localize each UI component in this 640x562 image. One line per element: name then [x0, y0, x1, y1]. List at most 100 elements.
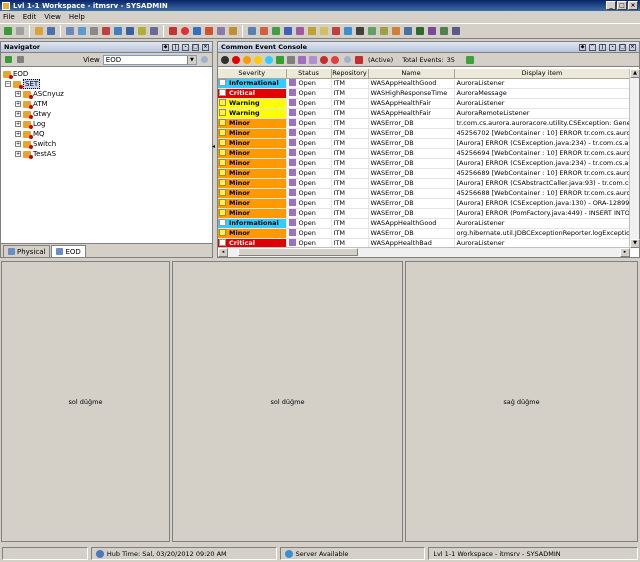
- chart-icon[interactable]: [228, 26, 238, 36]
- column-header-name[interactable]: Name: [368, 69, 455, 79]
- user-icon[interactable]: [125, 26, 135, 36]
- maximize-panel-icon[interactable]: □: [619, 43, 626, 51]
- view-pie-icon[interactable]: [259, 26, 269, 36]
- history-icon[interactable]: [149, 26, 159, 36]
- chevron-down-icon[interactable]: ▼: [186, 55, 196, 64]
- close-icon[interactable]: ×: [628, 1, 638, 10]
- back-icon[interactable]: [3, 26, 13, 36]
- view-tree-icon[interactable]: [439, 26, 449, 36]
- scroll-down-icon[interactable]: ▼: [630, 239, 640, 248]
- edit-navigator-icon[interactable]: [16, 55, 25, 65]
- search-icon[interactable]: [342, 55, 352, 65]
- filter-all-icon[interactable]: [221, 55, 229, 64]
- expand-icon[interactable]: +: [15, 121, 21, 127]
- event-row[interactable]: Minor Open ITM WASError_DB [Aurora] ERROR (P…: [218, 208, 630, 219]
- filter-acknowledged-icon[interactable]: [276, 55, 284, 64]
- event-row[interactable]: Minor Open ITM WASError_DB 45256694 [WebCont…: [218, 148, 630, 159]
- view-event-icon[interactable]: [331, 26, 341, 36]
- tree-node-child[interactable]: + TestAS: [3, 149, 210, 159]
- view-topology-icon[interactable]: [367, 26, 377, 36]
- view-graphic-icon[interactable]: [379, 26, 389, 36]
- view-console-icon[interactable]: [415, 26, 425, 36]
- horizontal-scrollbar[interactable]: ◂ ▸: [218, 247, 630, 257]
- expand-icon[interactable]: +: [15, 141, 21, 147]
- event-row[interactable]: Critical Open ITM WASHighResponseTime Aurora…: [218, 88, 630, 99]
- tab-eod[interactable]: EOD: [51, 245, 86, 257]
- edit-icon[interactable]: [77, 26, 87, 36]
- home-icon[interactable]: [34, 26, 44, 36]
- event-row[interactable]: Informational Open ITM WASAppHealthGood Auro…: [218, 78, 630, 89]
- event-row[interactable]: Informational Open ITM WASAppHealthGood Auro…: [218, 218, 630, 229]
- event-row[interactable]: Minor Open ITM WASError_DB [Aurora] ERROR (C…: [218, 178, 630, 189]
- filter-closed-icon[interactable]: [320, 55, 328, 64]
- view-terminal-icon[interactable]: [355, 26, 365, 36]
- horizontal-scroll-thumb[interactable]: [238, 248, 358, 256]
- stop-icon[interactable]: [180, 26, 190, 36]
- column-header-status[interactable]: Status: [286, 69, 332, 79]
- tree-node-child[interactable]: + Switch: [3, 139, 210, 149]
- menu-file[interactable]: File: [3, 13, 15, 21]
- event-row[interactable]: Warning Open ITM WASAppHealthFair AuroraList…: [218, 98, 630, 109]
- pin-icon[interactable]: ◆: [579, 43, 586, 51]
- refresh-icon[interactable]: [204, 26, 214, 36]
- tree-node-child[interactable]: + ATM: [3, 99, 210, 109]
- event-row[interactable]: Minor Open ITM WASError_DB [Aurora] ERROR (C…: [218, 198, 630, 209]
- event-row[interactable]: Warning Open ITM WASAppHealthFair AuroraRemo…: [218, 108, 630, 119]
- event-row[interactable]: Minor Open ITM WASError_DB 45256688 [WebCont…: [218, 188, 630, 199]
- scroll-left-icon[interactable]: ◂: [218, 248, 228, 257]
- view-universal-icon[interactable]: [427, 26, 437, 36]
- view-area-icon[interactable]: [295, 26, 305, 36]
- split-vertical-icon[interactable]: |: [172, 43, 179, 51]
- view-note-icon[interactable]: [319, 26, 329, 36]
- event-row[interactable]: Minor Open ITM WASError_DB 45256702 [WebCont…: [218, 128, 630, 139]
- tree-node-root[interactable]: EOD: [3, 69, 210, 79]
- menu-edit[interactable]: Edit: [23, 13, 37, 21]
- event-row[interactable]: Minor Open ITM WASError_DB [Aurora] ERROR (C…: [218, 138, 630, 149]
- tree-node-child[interactable]: + Log: [3, 119, 210, 129]
- menu-view[interactable]: View: [44, 13, 61, 21]
- filter-critical-icon[interactable]: [232, 55, 240, 64]
- pin-icon[interactable]: ◆: [162, 43, 169, 51]
- view-table-icon[interactable]: [247, 26, 257, 36]
- event-row[interactable]: Minor Open ITM WASError_DB org.hibernate.uti…: [218, 228, 630, 239]
- situation-icon[interactable]: [101, 26, 111, 36]
- split-horizontal-icon[interactable]: -: [609, 43, 616, 51]
- minimize-icon[interactable]: _: [606, 1, 616, 10]
- filter-minor-icon[interactable]: [243, 55, 251, 64]
- maximize-panel-icon[interactable]: □: [192, 43, 199, 51]
- query-icon[interactable]: [113, 26, 123, 36]
- tree-node-child[interactable]: + MQ: [3, 129, 210, 139]
- collapse-icon[interactable]: −: [5, 81, 11, 87]
- tree-node-set[interactable]: − SET: [3, 79, 210, 89]
- view-plot-icon[interactable]: [283, 26, 293, 36]
- view-extra-icon[interactable]: [451, 26, 461, 36]
- split-horizontal-icon[interactable]: -: [182, 43, 189, 51]
- grid-icon[interactable]: [216, 26, 226, 36]
- view-situation-icon[interactable]: [391, 26, 401, 36]
- refresh-tree-icon[interactable]: [4, 55, 13, 65]
- expand-icon[interactable]: +: [15, 101, 21, 107]
- filter-warning-icon[interactable]: [254, 55, 262, 64]
- column-header-repository[interactable]: Repository: [331, 69, 369, 79]
- view-message-icon[interactable]: [403, 26, 413, 36]
- filter-reopened-icon[interactable]: [309, 55, 317, 64]
- forward-icon[interactable]: [15, 26, 25, 36]
- view-gauge-icon[interactable]: [307, 26, 317, 36]
- expand-icon[interactable]: +: [15, 91, 21, 97]
- collapse-left-icon[interactable]: ◂: [212, 143, 216, 151]
- column-header-severity[interactable]: Severity: [218, 69, 287, 79]
- vertical-scrollbar[interactable]: ▲ ▼: [629, 69, 640, 248]
- filter-stopped-icon[interactable]: [331, 55, 339, 64]
- scroll-up-icon[interactable]: ▲: [630, 69, 640, 78]
- tree-node-child[interactable]: + ASCnyuz: [3, 89, 210, 99]
- workspace-icon[interactable]: [65, 26, 75, 36]
- view-bar-icon[interactable]: [271, 26, 281, 36]
- tree-node-child[interactable]: + Gtwy: [3, 109, 210, 119]
- tab-physical[interactable]: Physical: [3, 245, 51, 257]
- search-icon[interactable]: [200, 55, 209, 65]
- filter-open-icon[interactable]: [298, 55, 306, 64]
- link-icon[interactable]: [192, 26, 202, 36]
- event-row[interactable]: Minor Open ITM WASError_DB [Aurora] ERROR (C…: [218, 158, 630, 169]
- export-icon[interactable]: [465, 55, 474, 64]
- expand-icon[interactable]: +: [15, 111, 21, 117]
